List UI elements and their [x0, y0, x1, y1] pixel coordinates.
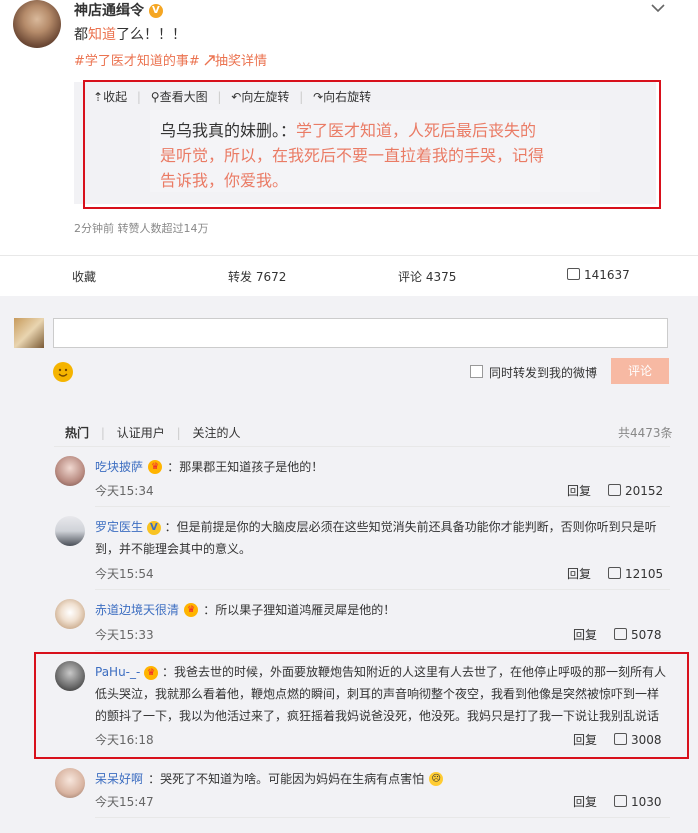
comment-item: 吃块披萨 ♛ ：那果郡王知道孩子是他的！ [95, 456, 323, 478]
divider: | [176, 426, 181, 440]
comment-text: ：哭死了不知道为啥。可能因为妈妈在生病有点害怕 [148, 772, 425, 786]
tab-verified[interactable]: 认证用户 [117, 426, 165, 440]
comment-text-continued: 到，并不能理会其中的意义。 [95, 542, 252, 556]
tab-following[interactable]: 关注的人 [192, 426, 240, 440]
thumb-up-icon [608, 484, 621, 496]
comment-item: 呆呆好啊 ：哭死了不知道为啥。可能因为妈妈在生病有点害怕 ☹ [95, 768, 444, 790]
comment-time: 今天15:34 [95, 484, 154, 498]
favorite-button[interactable]: 收藏 [72, 268, 96, 285]
comment-like-button[interactable]: 5078 [614, 628, 662, 642]
commenter-avatar[interactable] [55, 768, 85, 798]
post-meta: 2分钟前 转赞人数超过14万 [74, 222, 209, 235]
divider: | [100, 426, 105, 440]
post-text-suffix: 了么！！！ [116, 27, 186, 43]
commenter-name[interactable]: 呆呆好啊 [95, 772, 143, 786]
comment-time: 今天15:33 [95, 628, 154, 642]
highlight-box [34, 652, 689, 759]
crown-icon: ♛ [148, 459, 163, 474]
commenter-name[interactable]: 赤道边境天很清 [95, 603, 179, 617]
comment-input[interactable] [53, 318, 668, 348]
comment-like-count: 5078 [631, 628, 662, 642]
checkbox-box[interactable] [470, 365, 483, 378]
commenter-avatar[interactable] [55, 599, 85, 629]
comment-tabs: 热门 | 认证用户 | 关注的人 [65, 424, 240, 441]
comment-like-button[interactable]: 20152 [608, 484, 663, 498]
commenter-name[interactable]: 吃块披萨 [95, 460, 143, 474]
comment-time: 今天15:54 [95, 567, 154, 581]
divider [95, 506, 670, 507]
submit-comment-button[interactable]: 评论 [611, 358, 669, 384]
verified-icon: V [148, 4, 163, 18]
comment-total: 共4473条 [618, 426, 673, 440]
comment-text: ：那果郡王知道孩子是他的！ [167, 460, 324, 474]
chevron-down-icon[interactable] [651, 2, 665, 16]
smile-icon[interactable] [53, 362, 73, 382]
divider [95, 589, 670, 590]
comment-button[interactable]: 评论 4375 [398, 268, 456, 285]
crying-emoji-icon: ☹ [429, 771, 444, 786]
like-button[interactable]: 141637 [567, 268, 630, 282]
commenter-name[interactable]: 罗定医生 [95, 520, 143, 534]
post-text-prefix: 都 [74, 27, 88, 43]
reply-button[interactable]: 回复 [567, 482, 591, 499]
comment-like-count: 20152 [625, 484, 664, 498]
hashtag-link[interactable]: #学了医才知道的事# [74, 54, 200, 69]
reply-button[interactable]: 回复 [567, 565, 591, 582]
forward-checkbox[interactable]: 同时转发到我的微博 [470, 364, 597, 381]
forward-checkbox-label[interactable]: 同时转发到我的微博 [489, 366, 597, 380]
forward-button[interactable]: 转发 7672 [228, 268, 286, 285]
author-avatar[interactable] [13, 0, 61, 48]
tab-hot[interactable]: 热门 [65, 426, 89, 440]
comment-text: ：所以果子狸知道鸿雁灵犀是他的！ [203, 603, 396, 617]
divider [95, 650, 670, 651]
verified-icon: V [146, 520, 161, 535]
link-icon [204, 55, 215, 66]
reply-button[interactable]: 回复 [573, 626, 597, 643]
comment-like-button[interactable]: 1030 [614, 795, 662, 809]
lottery-link[interactable]: 抽奖详情 [204, 54, 267, 69]
user-avatar[interactable] [14, 318, 44, 348]
thumb-up-icon [608, 567, 621, 579]
divider [0, 255, 698, 256]
comment-text: ：但是前提是你的大脑皮层必须在这些知觉消失前还具备功能你才能判断，否则你听到只是… [164, 520, 657, 534]
author-name-text[interactable]: 神店通缉令 [74, 3, 144, 19]
divider [54, 446, 670, 447]
commenter-avatar[interactable] [55, 456, 85, 486]
highlight-box [83, 80, 661, 209]
crown-icon: ♛ [184, 602, 199, 617]
divider [95, 817, 670, 818]
reply-button[interactable]: 回复 [573, 793, 597, 810]
post-text-link[interactable]: 知道 [88, 27, 116, 43]
comment-like-count: 12105 [625, 567, 664, 581]
commenter-avatar[interactable] [55, 516, 85, 546]
comment-item: 罗定医生 V ：但是前提是你的大脑皮层必须在这些知觉消失前还具备功能你才能判断，… [95, 516, 670, 560]
lottery-link-label[interactable]: 抽奖详情 [215, 54, 267, 69]
post-text: 都知道了么！！！ [74, 24, 186, 44]
author-name[interactable]: 神店通缉令 V [74, 0, 163, 20]
thumb-up-icon [567, 268, 580, 280]
comment-like-button[interactable]: 12105 [608, 567, 663, 581]
comment-item: 赤道边境天很清 ♛ ：所以果子狸知道鸿雁灵犀是他的！ [95, 599, 395, 621]
comment-time: 今天15:47 [95, 795, 154, 809]
like-count: 141637 [584, 268, 630, 282]
post-links: #学了医才知道的事# 抽奖详情 [74, 50, 267, 69]
comment-like-count: 1030 [631, 795, 662, 809]
thumb-up-icon [614, 795, 627, 807]
thumb-up-icon [614, 628, 627, 640]
